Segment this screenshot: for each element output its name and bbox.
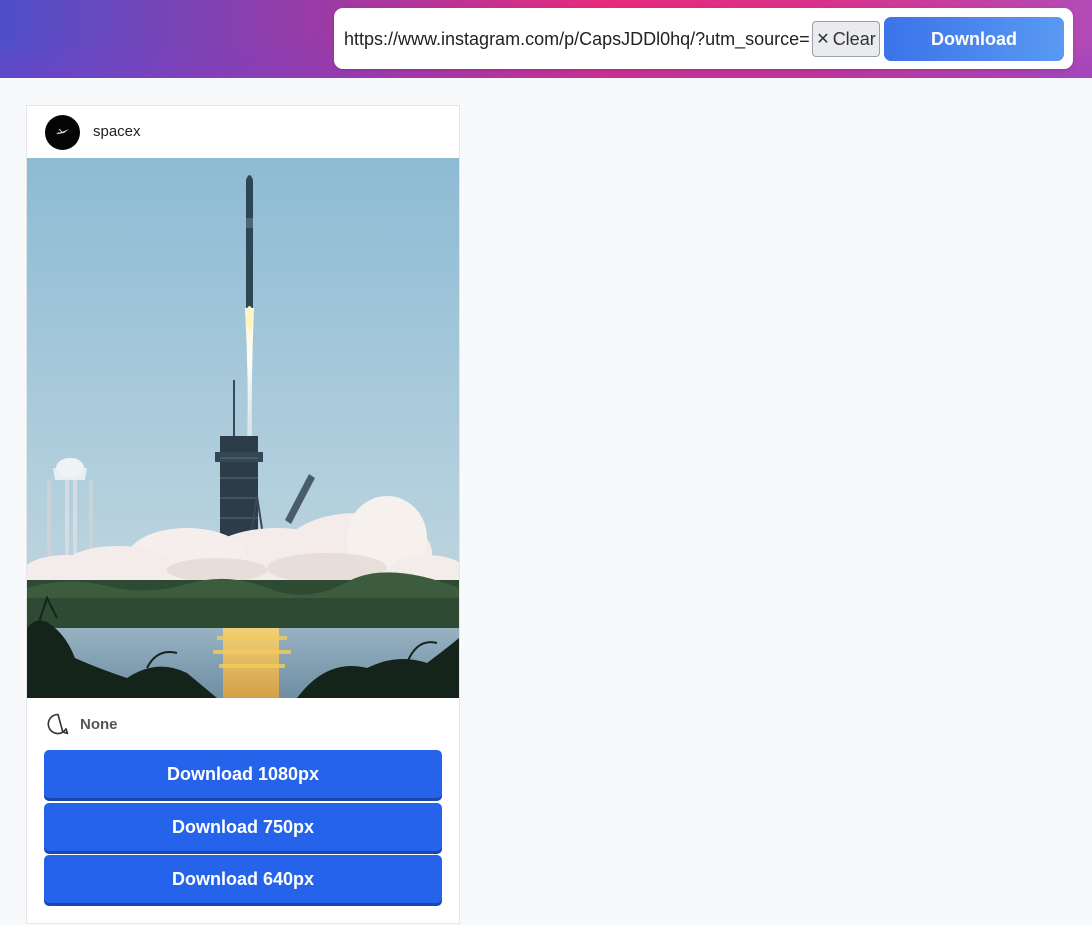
download-640px-button[interactable]: Download 640px (44, 855, 442, 903)
download-750px-button[interactable]: Download 750px (44, 803, 442, 851)
url-input[interactable] (344, 21, 810, 57)
clear-button-label: Clear (832, 28, 876, 49)
post-username[interactable]: spacex (93, 123, 141, 140)
spacex-logo-icon (56, 128, 69, 134)
url-search-bar: ✕ Clear Download (334, 8, 1073, 69)
download-button[interactable]: Download (884, 17, 1064, 61)
post-header: spacex (27, 106, 459, 158)
close-icon: ✕ (816, 31, 830, 48)
post-card: spacex None Download 1080px Download 750… (26, 105, 460, 924)
avatar[interactable] (45, 115, 80, 150)
download-1080px-button[interactable]: Download 1080px (44, 750, 442, 798)
comment-icon (47, 713, 69, 735)
clear-button[interactable]: ✕ Clear (812, 21, 880, 57)
comment-row: None (47, 712, 118, 736)
comment-count: None (80, 715, 118, 733)
post-image (27, 158, 459, 698)
